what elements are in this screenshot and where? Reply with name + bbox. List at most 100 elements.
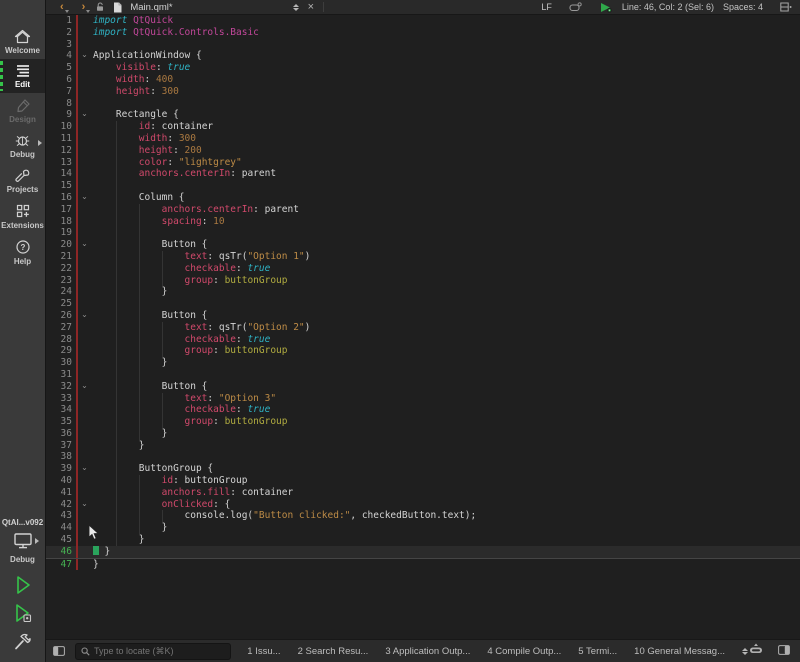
code-area[interactable]: 1import QtQuick2import QtQuick.Controls.… [45, 15, 800, 570]
fold-chevron-icon[interactable]: ⌄ [78, 381, 91, 393]
kit-selector-label[interactable]: QtAl...v092 [0, 518, 45, 527]
code-line[interactable]: 34 checkable: true [45, 404, 800, 416]
left-panel-toggle-icon[interactable] [53, 646, 65, 656]
code-line[interactable]: 7 height: 300 [45, 86, 800, 98]
code-line[interactable]: 22 checkable: true [45, 263, 800, 275]
line-number[interactable]: 17 [45, 204, 76, 216]
line-number[interactable]: 19 [45, 227, 76, 239]
line-number[interactable]: 25 [45, 298, 76, 310]
locator-field[interactable] [75, 643, 231, 660]
code-line[interactable]: 26⌄ Button { [45, 310, 800, 322]
line-number[interactable]: 8 [45, 98, 76, 110]
line-number[interactable]: 4 [45, 50, 76, 62]
code-line[interactable]: 23 group: buttonGroup [45, 275, 800, 287]
code-line[interactable]: 37 } [45, 440, 800, 452]
line-number[interactable]: 26 [45, 310, 76, 322]
line-number[interactable]: 18 [45, 216, 76, 228]
line-number[interactable]: 2 [45, 27, 76, 39]
fold-chevron-icon[interactable]: ⌄ [78, 499, 91, 511]
line-number[interactable]: 36 [45, 428, 76, 440]
sidebar-item-debug[interactable]: Debug [0, 128, 45, 163]
line-number[interactable]: 1 [45, 15, 76, 27]
code-editor[interactable]: 1import QtQuick2import QtQuick.Controls.… [45, 14, 800, 640]
line-number[interactable]: 21 [45, 251, 76, 263]
line-number[interactable]: 6 [45, 74, 76, 86]
line-number[interactable]: 38 [45, 451, 76, 463]
line-number[interactable]: 33 [45, 393, 76, 405]
indentation-status[interactable]: Spaces: 4 [723, 2, 763, 12]
code-line[interactable]: 5 visible: true [45, 62, 800, 74]
code-line[interactable]: 15 [45, 180, 800, 192]
sidebar-item-help[interactable]: ? Help [0, 234, 45, 270]
code-line[interactable]: 24 } [45, 286, 800, 298]
line-number[interactable]: 28 [45, 334, 76, 346]
document-selector[interactable] [293, 4, 299, 11]
line-number[interactable]: 41 [45, 487, 76, 499]
code-line[interactable]: 29 group: buttonGroup [45, 345, 800, 357]
line-number[interactable]: 35 [45, 416, 76, 428]
code-line[interactable]: 47} [45, 559, 800, 571]
code-line[interactable]: 36 } [45, 428, 800, 440]
code-line[interactable]: 31 [45, 369, 800, 381]
output-pane-terminal[interactable]: 5 Termi... [578, 646, 617, 657]
code-line[interactable]: 41 anchors.fill: container [45, 487, 800, 499]
forward-button[interactable]: › [79, 1, 89, 13]
line-number[interactable]: 9 [45, 109, 76, 121]
line-number[interactable]: 42 [45, 499, 76, 511]
line-number[interactable]: 11 [45, 133, 76, 145]
code-line[interactable]: 17 anchors.centerIn: parent [45, 204, 800, 216]
code-line[interactable]: 19 [45, 227, 800, 239]
line-number[interactable]: 13 [45, 157, 76, 169]
output-pane-application-output[interactable]: 3 Application Outp... [385, 646, 470, 657]
code-line[interactable]: 13 color: "lightgrey" [45, 157, 800, 169]
code-line[interactable]: 6 width: 400 [45, 74, 800, 86]
code-line[interactable]: 39⌄ ButtonGroup { [45, 463, 800, 475]
fold-chevron-icon[interactable]: ⌄ [78, 192, 91, 204]
open-document-title[interactable]: Main.qml* [130, 2, 172, 13]
sidebar-item-welcome[interactable]: Welcome [0, 24, 45, 59]
line-ending-selector[interactable]: LF [541, 2, 552, 12]
line-number[interactable]: 30 [45, 357, 76, 369]
output-pane-general-messages[interactable]: 10 General Messag... [634, 646, 725, 657]
code-line[interactable]: 25 [45, 298, 800, 310]
qml-preview-icon[interactable] [599, 2, 613, 13]
code-line[interactable]: 1import QtQuick [45, 15, 800, 27]
line-number[interactable]: 10 [45, 121, 76, 133]
code-line[interactable]: 43 console.log("Button clicked:", checke… [45, 510, 800, 522]
line-number[interactable]: 34 [45, 404, 76, 416]
line-number[interactable]: 46 [45, 546, 76, 558]
line-number[interactable]: 44 [45, 522, 76, 534]
code-line[interactable]: 10 id: container [45, 121, 800, 133]
line-number[interactable]: 45 [45, 534, 76, 546]
right-panel-toggle-icon[interactable] [778, 642, 790, 660]
build-button[interactable] [0, 630, 45, 652]
line-number[interactable]: 23 [45, 275, 76, 287]
line-number[interactable]: 29 [45, 345, 76, 357]
code-line[interactable]: 11 width: 300 [45, 133, 800, 145]
output-pane-issues[interactable]: 1 Issu... [247, 646, 280, 657]
fold-chevron-icon[interactable]: ⌄ [78, 109, 91, 121]
line-number[interactable]: 3 [45, 39, 76, 51]
progress-details-icon[interactable] [748, 642, 764, 660]
code-line[interactable]: 38 [45, 451, 800, 463]
code-line[interactable]: 21 text: qsTr("Option 1") [45, 251, 800, 263]
fold-chevron-icon[interactable]: ⌄ [78, 463, 91, 475]
sidebar-item-edit[interactable]: Edit [0, 59, 45, 93]
code-line[interactable]: 18 spacing: 10 [45, 216, 800, 228]
line-number[interactable]: 27 [45, 322, 76, 334]
line-number[interactable]: 43 [45, 510, 76, 522]
code-line[interactable]: 9⌄ Rectangle { [45, 109, 800, 121]
code-line[interactable]: 16⌄ Column { [45, 192, 800, 204]
line-number[interactable]: 20 [45, 239, 76, 251]
code-line[interactable]: 45 } [45, 534, 800, 546]
split-editor-icon[interactable] [780, 2, 792, 12]
code-line[interactable]: 44 } [45, 522, 800, 534]
fold-chevron-icon[interactable]: ⌄ [78, 239, 91, 251]
fold-chevron-icon[interactable]: ⌄ [78, 50, 91, 62]
line-number[interactable]: 24 [45, 286, 76, 298]
debug-run-button[interactable] [0, 602, 45, 624]
cursor-position-status[interactable]: Line: 46, Col: 2 (Sel: 6) [622, 2, 714, 12]
code-line[interactable]: 35 group: buttonGroup [45, 416, 800, 428]
output-pane-search-results[interactable]: 2 Search Resu... [298, 646, 369, 657]
code-line[interactable]: 30 } [45, 357, 800, 369]
